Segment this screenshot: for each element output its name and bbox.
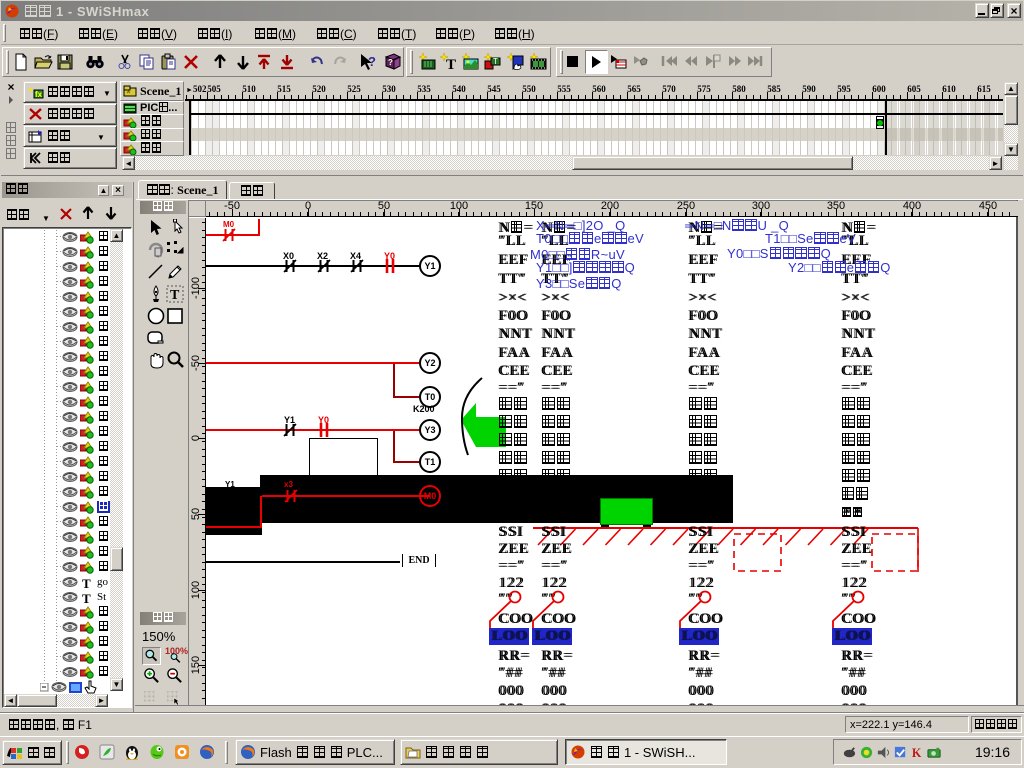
svg-text:fx: fx bbox=[35, 90, 43, 99]
svg-text:?: ? bbox=[368, 54, 376, 69]
svg-text:?: ? bbox=[388, 58, 393, 67]
svg-text:T: T bbox=[82, 591, 91, 604]
svg-text:T: T bbox=[82, 576, 91, 589]
svg-text:T: T bbox=[446, 57, 456, 72]
svg-text:T: T bbox=[170, 288, 180, 303]
svg-text:T: T bbox=[493, 57, 498, 66]
svg-text:K: K bbox=[912, 746, 922, 760]
